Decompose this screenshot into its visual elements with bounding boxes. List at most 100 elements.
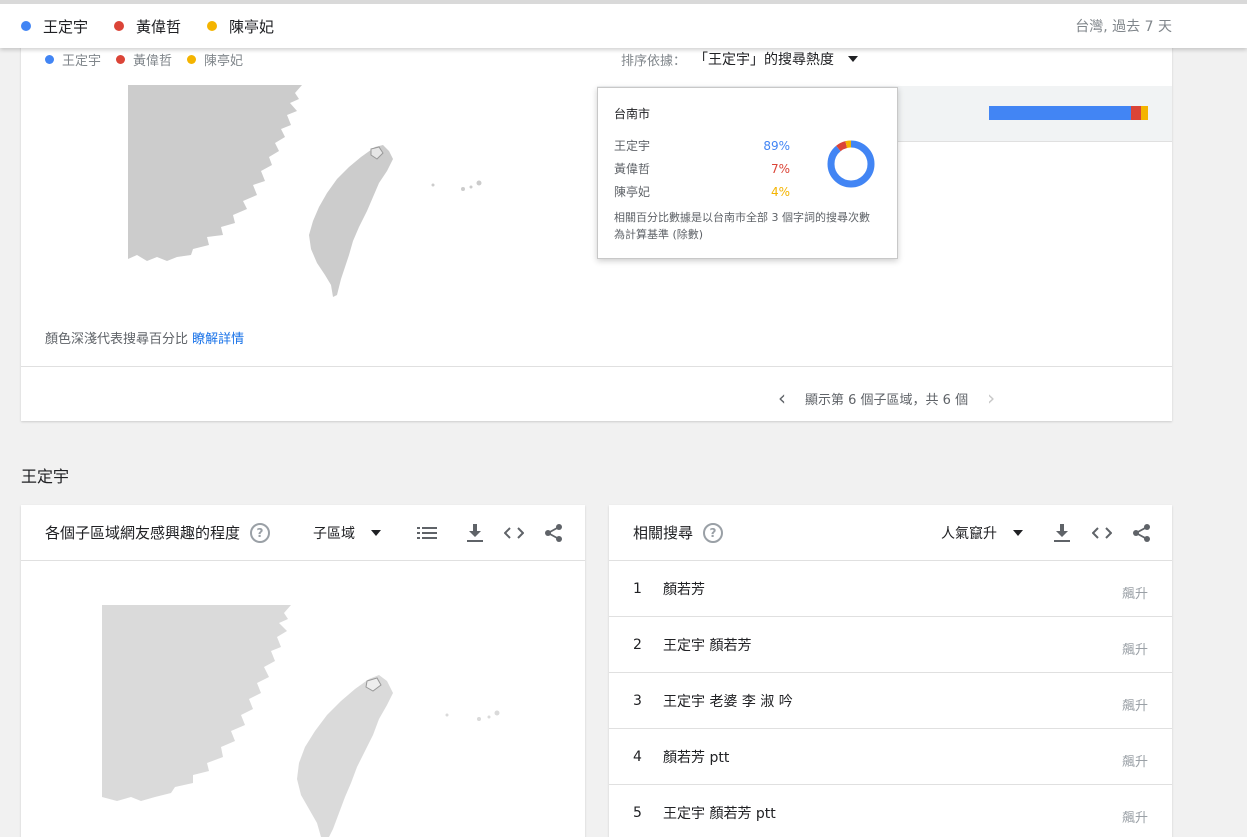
legend-dot (116, 55, 126, 64)
related-query-row[interactable]: 2 王定宇 顏若芳 飆升 (609, 617, 1172, 673)
chevron-left-icon[interactable]: ‹ (773, 386, 791, 410)
tooltip-row: 黃偉哲 7% (614, 157, 790, 180)
row-number: 1 (633, 580, 642, 597)
chevron-right-icon: › (987, 386, 996, 410)
sort-by-value: 「王定宇」的搜尋熱度 (694, 52, 835, 68)
query-text[interactable]: 王定宇 顏若芳 ptt (663, 803, 776, 823)
color-depth-note: 顏色深淺代表搜尋百分比 瞭解詳情 (45, 328, 244, 347)
island-dot (494, 710, 500, 716)
sort-by-label: 排序依據： (621, 53, 687, 69)
term-chip-2[interactable]: 陳亭妃 (207, 16, 274, 37)
tooltip-pct: 89% (763, 138, 790, 153)
query-text[interactable]: 王定宇 顏若芳 (663, 635, 751, 655)
row-number: 2 (633, 636, 642, 653)
legend-item: 王定宇 (45, 50, 101, 69)
related-query-row[interactable]: 4 顏若芳 ptt 飆升 (609, 729, 1172, 785)
tooltip-row: 王定宇 89% (614, 134, 790, 157)
term-label: 王定宇 (43, 17, 89, 36)
card-header: 各個子區域網友感興趣的程度 ? 子區域 (21, 505, 585, 561)
taiwan-island (297, 675, 393, 837)
row-number: 5 (633, 804, 642, 821)
island-dot (461, 187, 465, 191)
list-icon[interactable] (416, 522, 438, 544)
related-query-row[interactable]: 1 顏若芳 飆升 (609, 561, 1172, 617)
caret-down-icon (848, 56, 859, 62)
query-text[interactable]: 顏若芳 (663, 579, 705, 599)
donut-segment-wang (827, 140, 875, 188)
mainland-coast (128, 85, 302, 261)
dropdown-value: 人氣竄升 (941, 526, 997, 542)
related-queries-card: 相關搜尋 ? 人氣竄升 1 顏若芳 飆升 2 王定宇 顏若芳 飆升 3 王定宇 … (609, 505, 1172, 837)
legend-item: 陳亭妃 (187, 50, 243, 69)
share-segment-chen (1141, 106, 1148, 120)
island-dot (476, 180, 482, 186)
breakout-tag: 飆升 (1121, 699, 1148, 714)
subregion-interest-card: 各個子區域網友感興趣的程度 ? 子區域 (21, 505, 585, 837)
learn-more-link[interactable]: 瞭解詳情 (192, 332, 244, 347)
taiwan-map[interactable] (127, 85, 517, 300)
download-icon[interactable] (464, 522, 486, 544)
island-dot (445, 713, 449, 717)
tooltip-term: 陳亭妃 (614, 185, 651, 199)
embed-icon[interactable] (503, 522, 525, 544)
help-icon[interactable]: ? (250, 522, 271, 543)
term-chip-1[interactable]: 黃偉哲 (114, 16, 181, 37)
compare-terms-bar: 王定宇 黃偉哲 陳亭妃 台灣, 過去 7 天 (0, 0, 1247, 48)
card-header: 相關搜尋 ? 人氣竄升 (609, 505, 1172, 561)
pager-text: 顯示第 6 個子區域，共 6 個 (805, 392, 969, 408)
region-pager: ‹ 顯示第 6 個子區域，共 6 個 › (773, 386, 1000, 410)
query-text[interactable]: 顏若芳 ptt (663, 747, 729, 767)
term-label: 黃偉哲 (136, 17, 182, 36)
download-icon[interactable] (1051, 522, 1073, 544)
tooltip-footnote: 相關百分比數據是以台南市全部 3 個字詞的搜尋次數為計算基準 (除數) (614, 211, 870, 241)
tooltip-pct: 7% (770, 161, 790, 176)
card-title: 相關搜尋 (633, 524, 694, 542)
related-query-row[interactable]: 5 王定宇 顏若芳 ptt 飆升 (609, 785, 1172, 837)
island-dot (431, 183, 435, 187)
tooltip-pct: 4% (770, 184, 790, 199)
share-icon[interactable] (1131, 522, 1153, 544)
related-type-dropdown[interactable]: 人氣竄升 (941, 523, 1023, 543)
row-number: 3 (633, 692, 642, 709)
term-color-dot (207, 21, 218, 31)
sort-by-dropdown[interactable]: 排序依據： 「王定宇」的搜尋熱度 (621, 49, 859, 69)
divider (21, 366, 1172, 367)
tooltip-row: 陳亭妃 4% (614, 180, 790, 203)
dropdown-value: 子區域 (313, 526, 355, 542)
legend-label: 陳亭妃 (204, 54, 244, 69)
query-text[interactable]: 王定宇 老婆 李 淑 吟 (663, 691, 793, 711)
term-chip-0[interactable]: 王定宇 (21, 16, 88, 37)
breakout-tag: 飆升 (1121, 643, 1148, 658)
island-dot (469, 185, 473, 189)
term-label: 陳亭妃 (229, 17, 275, 36)
share-donut-chart (827, 140, 875, 188)
breakout-tag: 飆升 (1121, 811, 1148, 826)
taiwan-island (309, 145, 393, 297)
breakout-tag: 飆升 (1121, 755, 1148, 770)
tooltip-term: 王定宇 (614, 139, 651, 153)
legend-item: 黃偉哲 (116, 50, 172, 69)
island-dot (477, 717, 481, 721)
taiwan-subregion-map[interactable] (101, 601, 521, 837)
related-query-row[interactable]: 3 王定宇 老婆 李 淑 吟 飆升 (609, 673, 1172, 729)
help-icon[interactable]: ? (703, 522, 724, 543)
mainland-coast (102, 605, 291, 801)
caret-down-icon (1013, 530, 1023, 536)
resolution-dropdown[interactable]: 子區域 (313, 523, 381, 543)
island-dot (487, 715, 491, 719)
row-number: 4 (633, 748, 642, 765)
card-title: 各個子區域網友感興趣的程度 (45, 524, 241, 542)
tooltip-region-name: 台南市 (614, 107, 651, 121)
term-section-title: 王定宇 (21, 467, 70, 486)
caret-down-icon (371, 530, 381, 536)
term-color-dot (21, 21, 31, 31)
legend-label: 黃偉哲 (133, 54, 173, 69)
share-segment-wang (989, 106, 1131, 120)
breakout-tag: 飆升 (1121, 587, 1148, 602)
share-icon[interactable] (543, 522, 565, 544)
region-period-label: 台灣, 過去 7 天 (1075, 19, 1172, 35)
tooltip-term: 黃偉哲 (614, 162, 651, 176)
embed-icon[interactable] (1091, 522, 1113, 544)
term-color-dot (114, 21, 125, 31)
map-legend: 王定宇 黃偉哲 陳亭妃 (45, 50, 258, 69)
